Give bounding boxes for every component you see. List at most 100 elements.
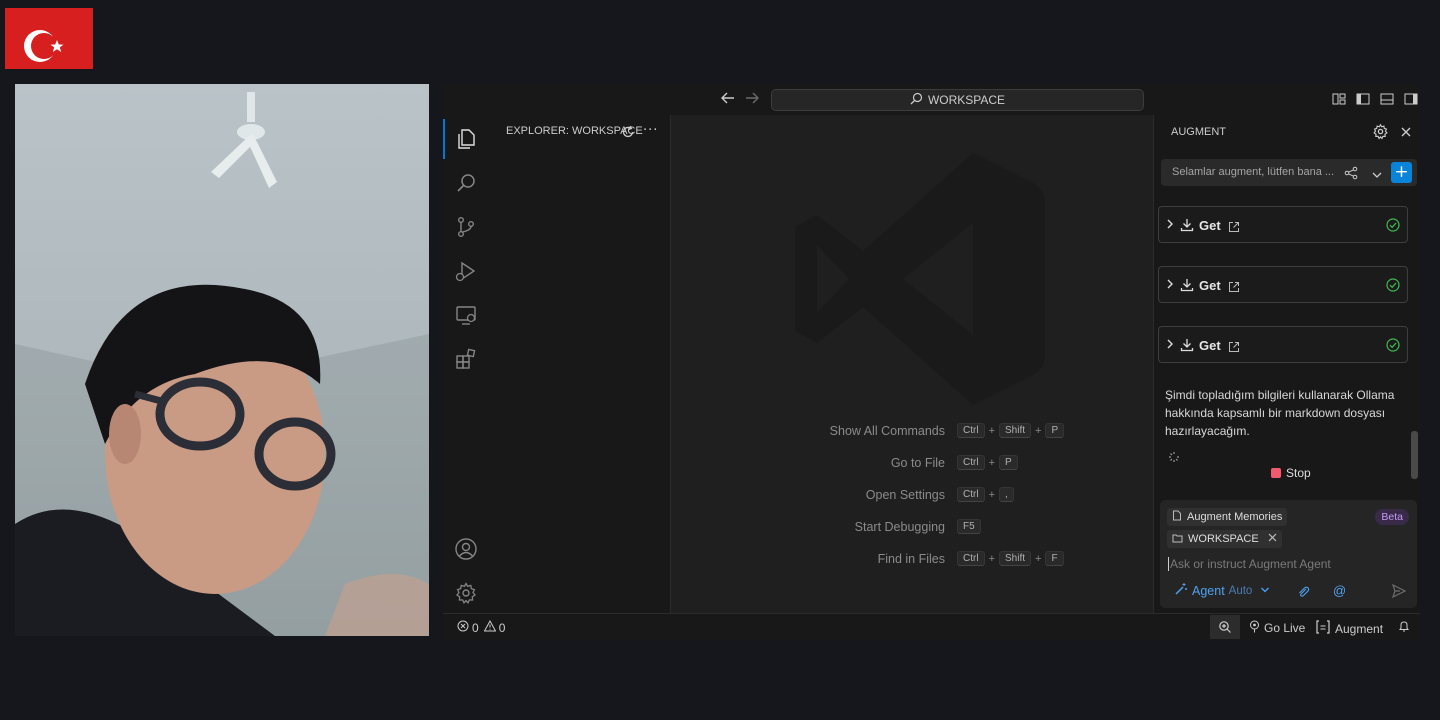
keyboard-key: Ctrl: [957, 551, 985, 566]
refresh-icon[interactable]: [621, 124, 635, 143]
check-circle-icon: [1386, 277, 1400, 296]
beta-badge: Beta: [1375, 509, 1409, 525]
zoom-icon: [1218, 620, 1232, 637]
arrow-left-icon[interactable]: [718, 90, 738, 110]
bell-icon[interactable]: [1398, 620, 1410, 633]
key-separator: +: [988, 456, 995, 469]
chevron-down-icon: [1260, 584, 1270, 598]
augment-memories-chip[interactable]: Augment Memories: [1167, 508, 1288, 526]
chat-input[interactable]: Ask or instruct Augment Agent: [1168, 557, 1331, 571]
shortcut-row[interactable]: Show All Commands Ctrl + Shift + P: [671, 422, 1153, 442]
keyboard-key: Shift: [999, 423, 1032, 438]
open-external-icon[interactable]: [1228, 338, 1240, 357]
status-bar: 0 0 Go Live Augment: [443, 613, 1420, 640]
download-icon: [1180, 217, 1194, 236]
chevron-right-icon[interactable]: [1165, 216, 1175, 235]
gear-icon[interactable]: [454, 581, 478, 605]
command-center-label: WORKSPACE: [927, 93, 1006, 107]
shortcut-row[interactable]: Open Settings Ctrl +,: [671, 486, 1153, 506]
key-separator: +: [1035, 424, 1042, 437]
shortcut-label: Find in Files: [877, 552, 945, 566]
shortcut-label: Show All Commands: [829, 424, 945, 438]
stop-label: Stop: [1286, 466, 1311, 480]
magic-wand-icon: [1174, 582, 1188, 599]
close-icon[interactable]: [1399, 124, 1413, 143]
layout-controls: [1330, 90, 1420, 108]
keyboard-key: F: [1045, 551, 1064, 566]
workspace-context-chip[interactable]: WORKSPACE: [1167, 530, 1282, 548]
shortcut-keys: Ctrl + P: [957, 455, 1018, 470]
explorer-icon[interactable]: [443, 119, 478, 159]
chevron-down-icon[interactable]: [1371, 166, 1383, 185]
keyboard-key: P: [1045, 423, 1065, 438]
new-thread-button[interactable]: +: [1391, 162, 1412, 183]
vscode-window: WORKSPACE EXPLORER: WORKSPACE ··· Show A…: [443, 84, 1420, 640]
remote-explorer-icon[interactable]: [454, 303, 478, 327]
attachment-icon[interactable]: [1297, 584, 1310, 603]
account-icon[interactable]: [454, 537, 478, 561]
augment-status-button[interactable]: Augment: [1315, 620, 1383, 637]
shortcut-row[interactable]: Find in Files Ctrl + Shift + F: [671, 550, 1153, 570]
extensions-icon[interactable]: [454, 347, 478, 371]
tool-call-label: Get: [1199, 338, 1221, 353]
check-circle-icon: [1386, 217, 1400, 236]
agent-mode-selector[interactable]: Agent Auto: [1174, 582, 1270, 599]
open-external-icon[interactable]: [1228, 218, 1240, 237]
panel-scrollbar[interactable]: [1411, 431, 1418, 479]
keyboard-key: Shift: [999, 551, 1032, 566]
toggle-primary-sidebar-icon[interactable]: [1354, 90, 1372, 108]
gear-icon[interactable]: [1372, 123, 1389, 144]
shortcut-row[interactable]: Start Debugging F5: [671, 518, 1153, 538]
agent-mode-label: Agent: [1192, 583, 1225, 598]
customize-layout-icon[interactable]: [1330, 90, 1348, 108]
keyboard-key: Ctrl: [957, 455, 985, 470]
augment-status-label: Augment: [1335, 621, 1384, 636]
source-control-icon[interactable]: [454, 215, 478, 239]
turkish-flag: [5, 8, 93, 69]
go-live-button[interactable]: Go Live: [1249, 620, 1305, 636]
error-icon: [457, 620, 469, 635]
mention-button[interactable]: @: [1333, 583, 1346, 598]
problems-indicator[interactable]: 0 0: [457, 619, 506, 635]
tool-call-label: Get: [1199, 218, 1221, 233]
share-icon[interactable]: [1344, 165, 1358, 184]
toggle-panel-icon[interactable]: [1378, 90, 1396, 108]
open-external-icon[interactable]: [1228, 278, 1240, 297]
thread-title: Selamlar augment, lütfen bana ...: [1172, 166, 1335, 178]
stop-button[interactable]: Stop: [1271, 466, 1311, 480]
broadcast-icon: [1249, 620, 1260, 636]
key-separator: +: [988, 552, 995, 565]
arrow-right-icon[interactable]: [742, 90, 762, 110]
stop-icon: [1271, 468, 1281, 478]
remove-chip-icon[interactable]: [1268, 533, 1277, 545]
thread-selector[interactable]: Selamlar augment, lütfen bana ... +: [1161, 159, 1417, 186]
send-icon[interactable]: [1391, 583, 1407, 603]
chat-input-box: Augment Memories Beta WORKSPACE Ask or i…: [1160, 500, 1417, 608]
download-icon: [1180, 277, 1194, 296]
zoom-indicator[interactable]: [1210, 615, 1240, 639]
shortcut-keys: Ctrl + Shift + P: [957, 423, 1065, 438]
shortcut-row[interactable]: Go to File Ctrl + P: [671, 454, 1153, 474]
shortcut-keys: F5: [957, 519, 981, 534]
chevron-right-icon[interactable]: [1165, 276, 1175, 295]
chevron-right-icon[interactable]: [1165, 336, 1175, 355]
more-actions-icon[interactable]: ···: [643, 123, 658, 138]
toggle-secondary-sidebar-icon[interactable]: [1402, 90, 1420, 108]
agent-mode-sub-label: Auto: [1228, 584, 1253, 597]
run-debug-icon[interactable]: [454, 259, 478, 283]
go-live-label: Go Live: [1264, 621, 1306, 635]
tool-call-card[interactable]: Get: [1158, 326, 1408, 363]
shortcut-keys: Ctrl +,: [957, 487, 1014, 502]
tool-call-card[interactable]: Get: [1158, 266, 1408, 303]
search-icon[interactable]: [454, 171, 478, 195]
augment-panel-title: AUGMENT: [1171, 126, 1226, 138]
tool-call-card[interactable]: Get: [1158, 206, 1408, 243]
command-center-search[interactable]: WORKSPACE: [771, 89, 1144, 111]
explorer-sidebar: EXPLORER: WORKSPACE ···: [489, 115, 671, 613]
activity-bar: [443, 115, 489, 613]
warning-count: 0: [498, 620, 506, 635]
vscode-watermark-logo: [795, 153, 1045, 405]
augment-memories-label: Augment Memories: [1187, 511, 1283, 523]
download-icon: [1180, 337, 1194, 356]
title-bar: WORKSPACE: [443, 84, 1420, 115]
